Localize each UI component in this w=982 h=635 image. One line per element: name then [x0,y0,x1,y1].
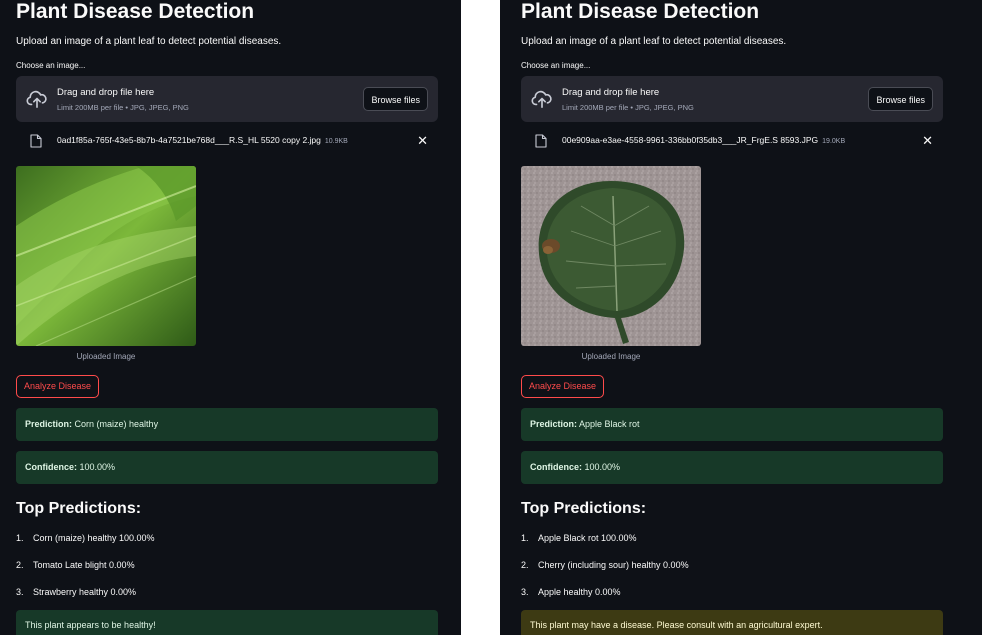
analyze-disease-button[interactable]: Analyze Disease [521,375,605,398]
cloud-upload-icon [26,90,47,108]
page-title: Plant Disease Detection [521,0,760,23]
file-name-text: 00e909aa-e3ae-4558-9961-336bb0f35db3___J… [562,135,819,145]
top-predictions-list: 1. Apple Black rot 100.00% 2. Cherry (incl… [521,530,689,611]
dropzone-instruction: Drag and drop file here [57,87,155,98]
file-icon [30,134,42,148]
page-subtitle: Upload an image of a plant leaf to detec… [16,36,282,47]
image-caption: Uploaded Image [76,352,136,361]
list-text: Apple Black rot 100.00% [538,533,637,543]
list-text: Strawberry healthy 0.00% [33,587,137,597]
dropzone-instruction: Drag and drop file here [562,87,660,98]
confidence-alert: Confidence: 100.00% [16,451,438,484]
list-number: 3. [16,587,24,597]
uploaded-leaf-image [16,166,196,346]
app-panel-left: Plant Disease Detection Upload an image … [0,0,461,635]
list-item: 1. Corn (maize) healthy 100.00% [16,530,155,557]
list-text: Apple healthy 0.00% [538,587,621,597]
uploader-label: Choose an image... [521,61,591,70]
file-icon [535,134,547,148]
file-dropzone[interactable]: Drag and drop file here Limit 200MB per … [16,76,438,122]
list-text: Corn (maize) healthy 100.00% [33,533,155,543]
top-predictions-heading: Top Predictions: [521,500,647,517]
prediction-value: Apple Black rot [579,419,640,429]
file-name: 00e909aa-e3ae-4558-9961-336bb0f35db3___J… [562,135,845,145]
top-predictions-list: 1. Corn (maize) healthy 100.00% 2. Tomato … [16,530,155,611]
confidence-value: 100.00% [584,462,621,472]
result-alert: This plant appears to be healthy! [16,610,438,635]
prediction-value: Corn (maize) healthy [74,419,159,429]
top-predictions-heading: Top Predictions: [16,500,142,517]
file-dropzone[interactable]: Drag and drop file here Limit 200MB per … [521,76,943,122]
list-item: 3. Strawberry healthy 0.00% [16,584,155,611]
browse-files-button[interactable]: Browse files [868,87,933,111]
page-title: Plant Disease Detection [16,0,255,23]
browse-files-button[interactable]: Browse files [363,87,428,111]
list-item: 2. Tomato Late blight 0.00% [16,557,155,584]
list-number: 3. [521,587,529,597]
uploader-label: Choose an image... [16,61,86,70]
uploaded-file-row: 00e909aa-e3ae-4558-9961-336bb0f35db3___J… [521,130,943,152]
list-number: 2. [16,560,24,570]
prediction-alert: Prediction: Apple Black rot [521,408,943,441]
close-icon[interactable]: ✕ [417,134,428,148]
file-size: 10.9KB [324,138,348,145]
prediction-label: Prediction: [25,419,73,429]
prediction-alert: Prediction: Corn (maize) healthy [16,408,438,441]
list-item: 3. Apple healthy 0.00% [521,584,689,611]
uploaded-leaf-image [521,166,701,346]
file-size: 19.0KB [822,138,846,145]
page-subtitle: Upload an image of a plant leaf to detec… [521,36,787,47]
confidence-value: 100.00% [79,462,116,472]
app-panel-right: Plant Disease Detection Upload an image … [500,0,982,635]
file-name-text: 0ad1f85a-765f-43e5-8b7b-4a7521be768d___R… [57,135,321,145]
image-caption: Uploaded Image [581,352,641,361]
list-number: 2. [521,560,529,570]
list-item: 2. Cherry (including sour) healthy 0.00% [521,557,689,584]
confidence-label: Confidence: [25,462,78,472]
analyze-disease-button[interactable]: Analyze Disease [16,375,100,398]
dropzone-limits: Limit 200MB per file • JPG, JPEG, PNG [57,103,189,112]
prediction-label: Prediction: [530,419,578,429]
confidence-label: Confidence: [530,462,583,472]
dropzone-limits: Limit 200MB per file • JPG, JPEG, PNG [562,103,694,112]
file-name: 0ad1f85a-765f-43e5-8b7b-4a7521be768d___R… [57,135,348,145]
result-alert: This plant may have a disease. Please co… [521,610,943,635]
list-item: 1. Apple Black rot 100.00% [521,530,689,557]
list-text: Cherry (including sour) healthy 0.00% [538,560,689,570]
confidence-alert: Confidence: 100.00% [521,451,943,484]
list-text: Tomato Late blight 0.00% [33,560,135,570]
list-number: 1. [521,533,529,543]
list-number: 1. [16,533,24,543]
uploaded-file-row: 0ad1f85a-765f-43e5-8b7b-4a7521be768d___R… [16,130,438,152]
close-icon[interactable]: ✕ [922,134,933,148]
cloud-upload-icon [531,90,552,108]
